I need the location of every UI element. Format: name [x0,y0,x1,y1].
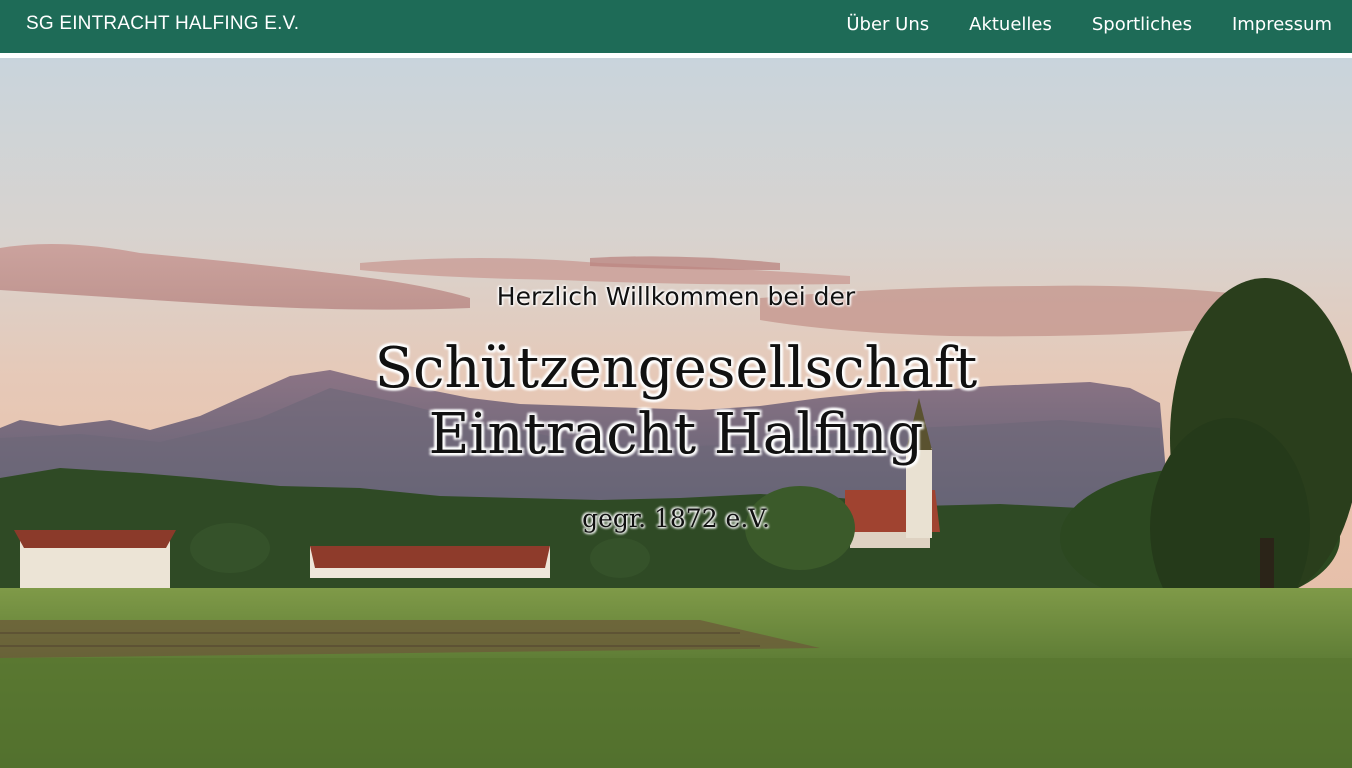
hero-section: Herzlich Willkommen bei der Schützengese… [0,58,1352,768]
hero-landscape-image [0,58,1352,768]
nav-link-ueber-uns[interactable]: Über Uns [826,14,949,35]
top-navbar: SG EINTRACHT HALFING E.V. Über Uns Aktue… [0,0,1352,58]
brand-link[interactable]: SG EINTRACHT HALFING E.V. [26,13,299,35]
nav-link-aktuelles[interactable]: Aktuelles [949,14,1072,35]
nav-link-sportliches[interactable]: Sportliches [1072,14,1212,35]
nav-menu: Über Uns Aktuelles Sportliches Impressum [826,14,1332,35]
nav-link-impressum[interactable]: Impressum [1212,14,1332,35]
